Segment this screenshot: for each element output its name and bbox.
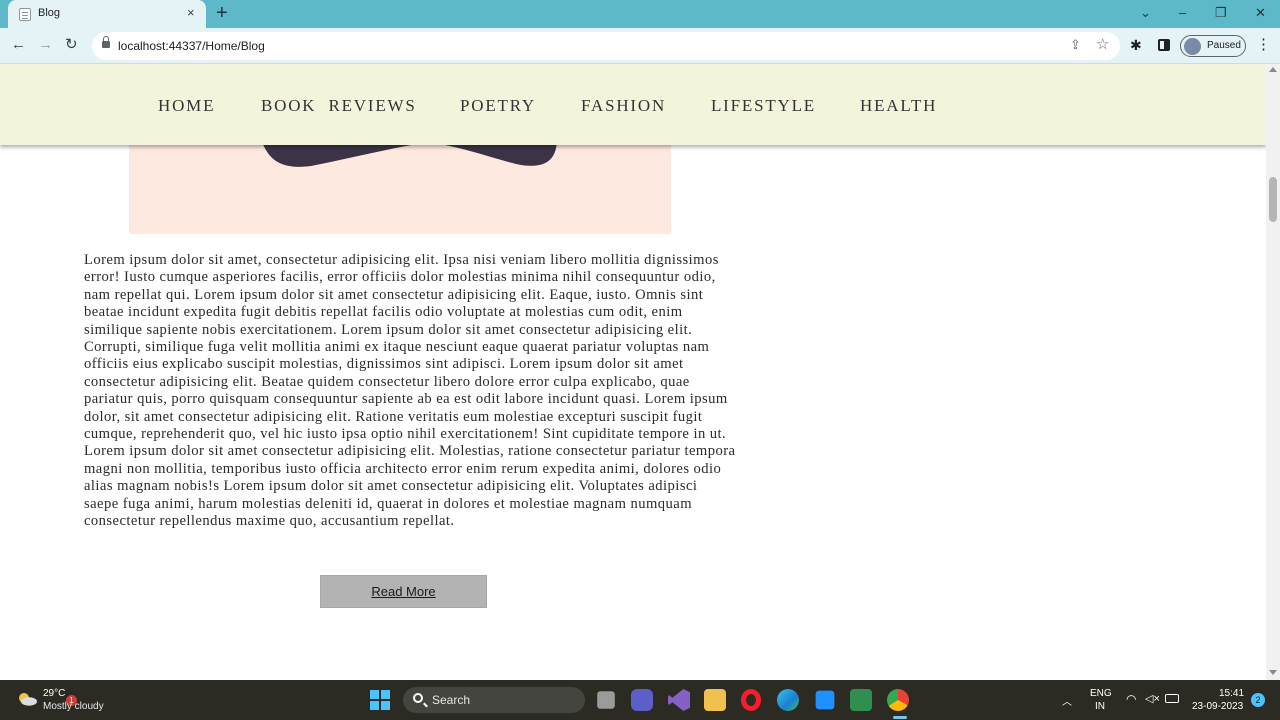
weather-temperature[interactable]: 29°C [43,688,65,699]
search-label: Search [432,693,471,707]
site-navigation: HOME BOOK REVIEWS POETRY FASHION LIFESTY… [0,64,1266,145]
close-window-button[interactable]: ✕ [1255,5,1266,21]
nav-lifestyle[interactable]: LIFESTYLE [711,96,816,116]
back-button[interactable]: ← [11,37,26,53]
app-icon[interactable] [850,689,872,711]
side-panel-icon[interactable] [1158,39,1170,51]
notification-badge[interactable]: 2 [1251,693,1265,707]
profile-status: Paused [1207,40,1241,51]
taskbar-search[interactable]: Search [403,687,585,713]
chrome-icon[interactable] [887,689,909,719]
cloud-icon[interactable] [16,692,38,706]
article-text: Lorem ipsum dolor sit amet, consectetur … [84,252,736,530]
scroll-down-arrow-icon[interactable] [1269,670,1277,675]
visual-studio-icon[interactable] [668,689,690,711]
start-button[interactable] [370,690,390,710]
search-icon [413,693,423,703]
tab-search-button[interactable]: ⌄ [1140,5,1151,21]
share-icon[interactable]: ⇪ [1070,37,1081,53]
tab-strip: Blog × + ⌄ – ❐ ✕ [0,0,1280,28]
menu-icon[interactable]: ⋮ [1256,37,1271,53]
language-bottom[interactable]: IN [1095,701,1105,712]
wifi-icon[interactable]: ◠ [1126,692,1136,706]
close-tab-button[interactable]: × [187,6,195,20]
language-top[interactable]: ENG [1090,688,1112,699]
weather-description[interactable]: Mostly cloudy [43,701,104,712]
avatar [1184,38,1201,55]
page-viewport: HOME BOOK REVIEWS POETRY FASHION LIFESTY… [0,64,1280,680]
file-explorer-icon[interactable] [704,689,726,711]
teams-chat-icon[interactable] [631,689,653,711]
nav-poetry[interactable]: POETRY [460,96,536,116]
tray-chevron-icon[interactable]: ︿ [1062,693,1072,708]
mute-icon[interactable]: ◁× [1145,692,1160,705]
scroll-up-arrow-icon[interactable] [1269,67,1277,72]
nav-home[interactable]: HOME [158,96,215,116]
new-tab-button[interactable]: + [216,3,228,23]
scroll-thumb[interactable] [1269,177,1277,222]
opera-icon[interactable] [741,689,761,711]
lock-icon[interactable] [102,36,110,49]
restore-button[interactable]: ❐ [1215,5,1227,21]
nav-book-reviews[interactable]: BOOK REVIEWS [261,96,417,116]
battery-icon[interactable] [1165,694,1179,703]
tab-blog[interactable]: Blog × [8,0,206,28]
file-icon [19,8,31,21]
windows-taskbar: 1 29°C Mostly cloudy Search ︿ ENG IN ◠ ◁… [0,680,1280,720]
task-view-icon[interactable] [597,691,615,709]
nav-health[interactable]: HEALTH [860,96,937,116]
forward-button[interactable]: → [38,37,53,53]
nav-fashion[interactable]: FASHION [581,96,666,116]
notepad-icon[interactable] [815,690,835,710]
minimize-button[interactable]: – [1179,5,1186,21]
address-bar[interactable]: localhost:44337/Home/Blog ⇪ ☆ [92,32,1120,60]
profile-button[interactable]: Paused [1180,35,1246,57]
tab-title: Blog [38,7,61,19]
url-text[interactable]: localhost:44337/Home/Blog [118,39,265,53]
edge-icon[interactable] [777,689,799,711]
reload-button[interactable]: ↻ [65,37,78,53]
browser-toolbar: ← → ↻ localhost:44337/Home/Blog ⇪ ☆ ✱ Pa… [0,28,1280,64]
read-more-button[interactable]: Read More [320,575,487,608]
clock-time[interactable]: 15:41 [1219,688,1244,699]
extensions-icon[interactable]: ✱ [1130,37,1142,53]
page-scrollbar[interactable] [1266,64,1280,680]
clock-date[interactable]: 23-09-2023 [1192,701,1243,712]
star-icon[interactable]: ☆ [1096,35,1109,53]
